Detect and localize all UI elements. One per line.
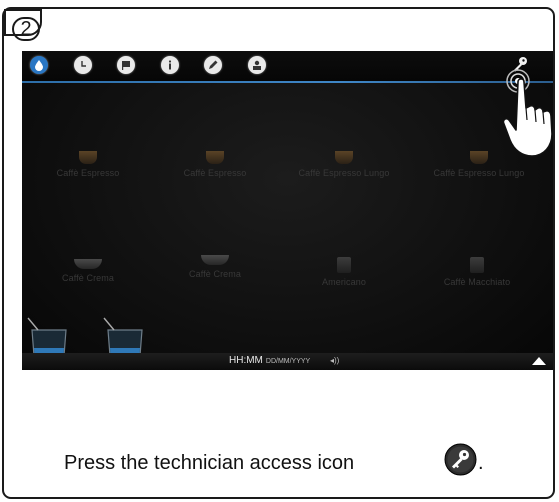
- volume-icon[interactable]: ◂)): [330, 356, 339, 365]
- product-label: Caffè Crema: [62, 273, 114, 283]
- product-label: Caffè Espresso: [56, 168, 120, 178]
- product-tile[interactable]: Caffè Espresso: [28, 151, 148, 178]
- date-text: DD/MM/YYYY: [265, 358, 311, 365]
- pencil-icon[interactable]: [204, 56, 222, 74]
- cup-icon: [201, 255, 229, 265]
- pointing-hand-icon: [502, 78, 553, 157]
- product-label: Americano: [322, 277, 366, 287]
- milk-jug-icon: [27, 317, 67, 357]
- time-text: HH:MM: [229, 355, 263, 366]
- product-tile[interactable]: Caffè Crema: [155, 255, 275, 279]
- cup-icon: [470, 151, 488, 164]
- status-bar: HH:MM DD/MM/YYYY ◂)): [22, 353, 553, 370]
- user-icon[interactable]: [248, 56, 266, 74]
- flag-icon[interactable]: [117, 56, 135, 74]
- toolbar-underline: [22, 81, 553, 83]
- milk-jug-icon: [103, 317, 143, 357]
- product-label: Caffè Espresso Lungo: [433, 168, 525, 178]
- instruction-text: Press the technician access icon: [64, 452, 355, 474]
- product-label: Caffè Macchiato: [443, 277, 511, 287]
- arrow-up-icon[interactable]: [532, 357, 546, 365]
- cup-icon: [470, 257, 484, 273]
- top-toolbar: [22, 51, 553, 81]
- key-icon: [444, 443, 477, 476]
- cup-icon: [79, 151, 97, 164]
- step-number: 2: [12, 17, 40, 41]
- product-tile[interactable]: Americano: [284, 257, 404, 287]
- product-label: Caffè Espresso: [183, 168, 247, 178]
- clock-icon[interactable]: [74, 56, 92, 74]
- machine-screen: Caffè Espresso Caffè Espresso Caffè Espr…: [22, 51, 553, 370]
- clock-display: HH:MM DD/MM/YYYY: [229, 355, 310, 366]
- product-label: Caffè Crema: [189, 269, 241, 279]
- instruction-period: .: [478, 452, 484, 474]
- step-tab: 2: [4, 9, 42, 41]
- product-tile[interactable]: Caffè Crema: [28, 259, 148, 283]
- water-drop-icon[interactable]: [30, 56, 48, 74]
- product-tile[interactable]: Caffè Espresso: [155, 151, 275, 178]
- product-label: Caffè Espresso Lungo: [298, 168, 390, 178]
- cup-icon: [335, 151, 353, 164]
- product-tile[interactable]: Caffè Espresso Lungo: [284, 151, 404, 178]
- cup-icon: [74, 259, 102, 269]
- product-tile[interactable]: Caffè Macchiato: [417, 257, 537, 287]
- info-icon[interactable]: [161, 56, 179, 74]
- cup-icon: [206, 151, 224, 164]
- cup-icon: [337, 257, 351, 273]
